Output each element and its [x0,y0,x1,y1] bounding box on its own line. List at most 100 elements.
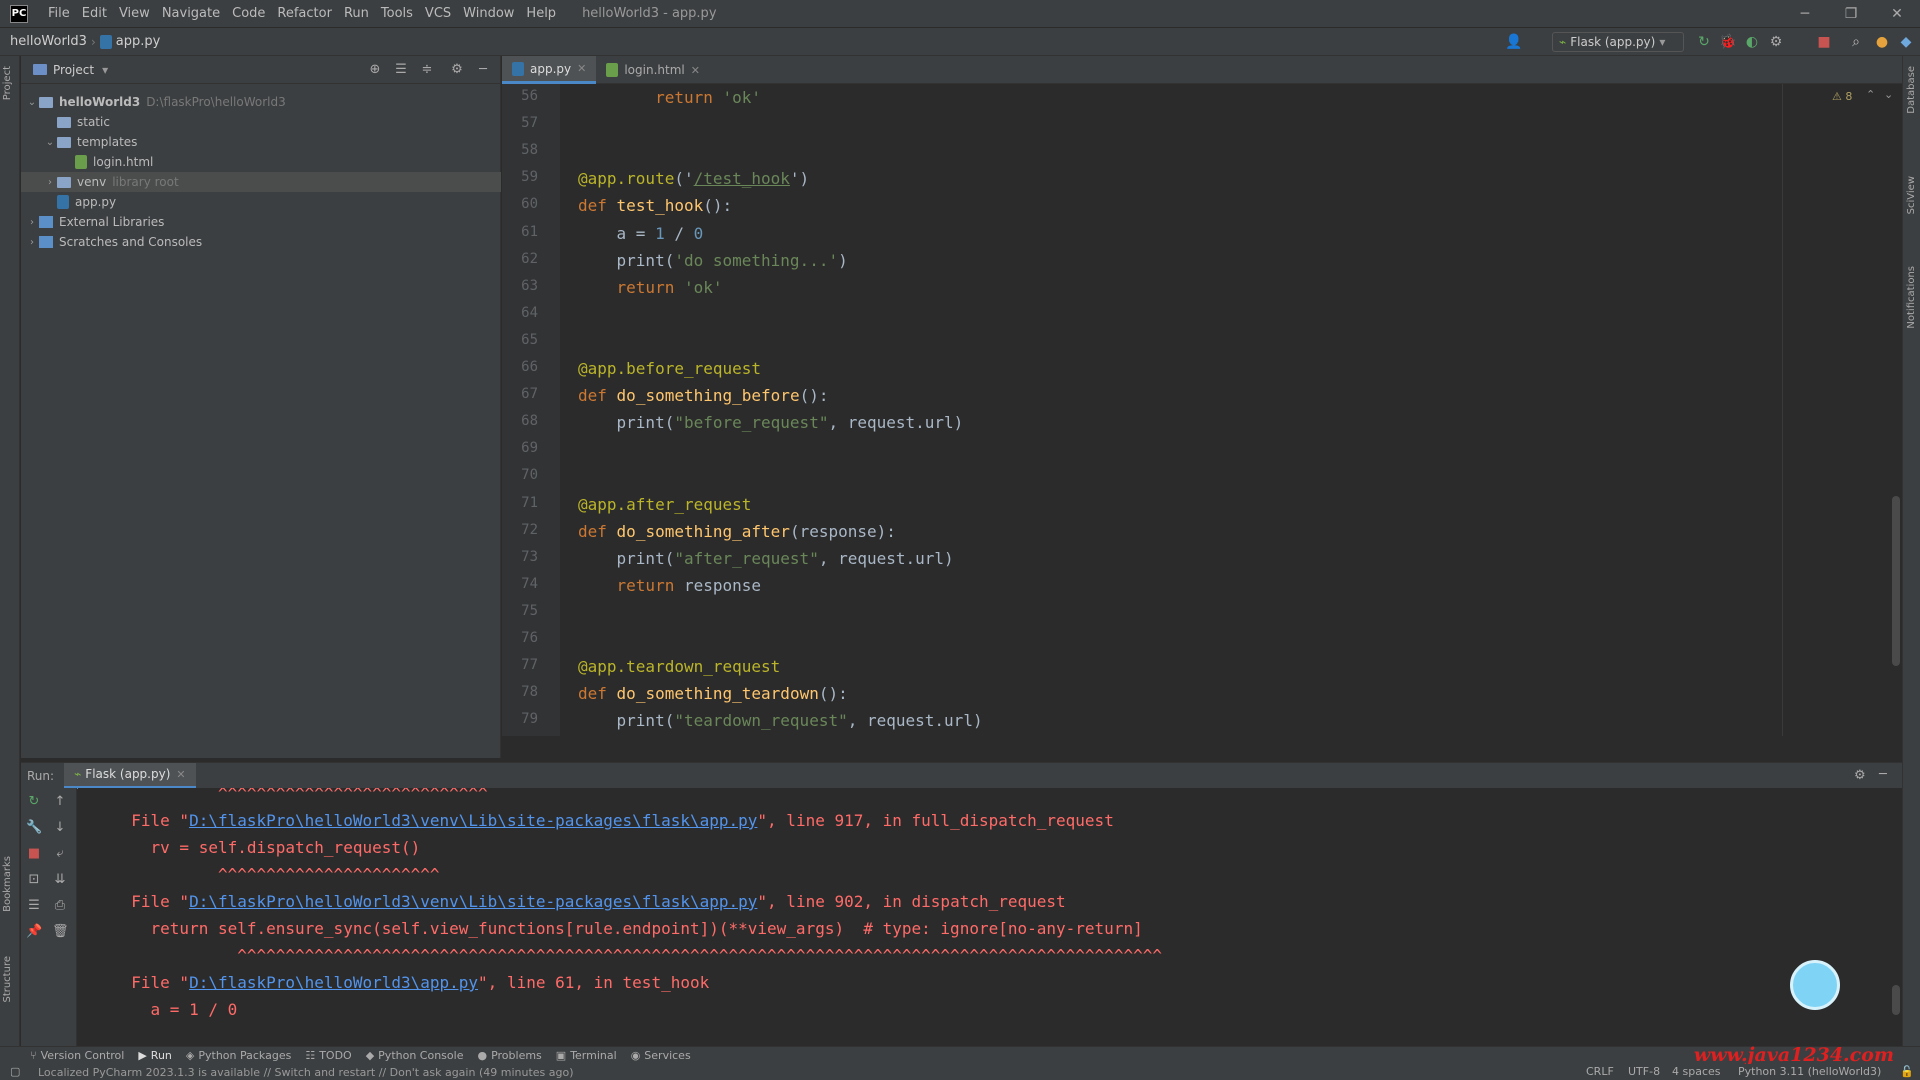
menu-tools[interactable]: Tools [375,0,419,28]
console-file-link[interactable]: D:\flaskPro\helloWorld3\venv\Lib\site-pa… [189,892,757,911]
print-icon[interactable]: ⎙ [52,898,68,914]
code-line[interactable]: return 'ok' [578,278,723,297]
tree-item[interactable]: ⌄ templates [21,132,501,152]
console-scrollbar[interactable] [1892,985,1900,1015]
soft-wrap-icon[interactable]: ⤶ [52,846,68,862]
chevron-right-icon[interactable]: › [25,217,39,228]
toolwin-problems[interactable]: ● Problems [477,1049,555,1062]
tree-item[interactable]: › venv library root [21,172,501,192]
close-window-icon[interactable]: ✕ [1874,0,1920,28]
code-line[interactable]: @app.teardown_request [578,657,780,676]
code-line[interactable]: def do_something_teardown(): [578,684,848,703]
toolwin-version-control[interactable]: ⑂ Version Control [30,1049,138,1062]
stop-icon[interactable]: ■ [1814,32,1834,52]
indent-setting[interactable]: 4 spaces [1672,1065,1721,1078]
rerun-icon[interactable]: ↻ [26,794,42,810]
lock-icon[interactable]: 🔓 [1900,1065,1914,1078]
tree-item[interactable]: › External Libraries [21,212,501,232]
debug-icon[interactable]: 🐞 [1718,32,1738,52]
project-panel-title[interactable]: Project [53,63,94,77]
code-line[interactable]: @app.before_request [578,359,761,378]
chevron-down-icon[interactable]: ⌄ [43,137,57,148]
hide-icon[interactable]: ─ [475,62,491,78]
restore-layout-icon[interactable]: ⊡ [26,872,42,888]
code-line[interactable]: @app.after_request [578,495,751,514]
bookmarks-tool-tab[interactable]: Bookmarks [2,856,13,912]
code-line[interactable]: def do_something_before(): [578,386,828,405]
menu-vcs[interactable]: VCS [419,0,457,28]
layout-icon[interactable]: ☰ [26,898,42,914]
code-line[interactable]: def test_hook(): [578,196,732,215]
tab-login-html[interactable]: login.html ✕ [596,56,710,84]
editor-scrollbar[interactable] [1892,496,1900,666]
tab-app-py[interactable]: app.py ✕ [502,56,597,84]
close-tab-icon[interactable]: ✕ [176,768,185,781]
gear-icon[interactable]: ⚙ [449,62,465,78]
tree-item[interactable]: ⌄ helloWorld3 D:\flaskPro\helloWorld3 [21,92,501,112]
hide-icon[interactable]: ─ [1879,767,1887,782]
floating-avatar-icon[interactable] [1790,960,1840,1010]
run-console[interactable]: ^^^^^^^^^^^^^^^^^^^^^^^^^^^^ File "D:\fl… [78,788,1902,1046]
chevron-down-icon[interactable]: ⌄ [25,97,39,108]
chevron-down-icon[interactable]: ▾ [102,63,108,77]
menu-code[interactable]: Code [226,0,271,28]
code-editor[interactable]: ⚠ 8 ⌃ ⌄ return 'ok' @app.route('/test_hoo… [560,84,1900,736]
python-interpreter[interactable]: Python 3.11 (helloWorld3) [1738,1065,1881,1078]
run-tab-flask[interactable]: ⌁ Flask (app.py) ✕ [64,762,196,789]
profile-icon[interactable]: ⚙ [1766,32,1786,52]
stop-icon[interactable]: ■ [26,846,42,862]
sciview-tool-tab[interactable]: SciView [1906,176,1917,214]
wrench-icon[interactable]: 🔧 [26,820,42,836]
chevron-right-icon[interactable]: › [25,237,39,248]
toolwin-services[interactable]: ◉ Services [631,1049,705,1062]
project-tool-tab[interactable]: Project [2,66,13,100]
rerun-icon[interactable]: ↻ [1694,32,1714,52]
menu-view[interactable]: View [113,0,156,28]
minimize-icon[interactable]: ─ [1782,0,1828,28]
menu-refactor[interactable]: Refactor [271,0,338,28]
code-line[interactable]: return 'ok' [578,88,761,107]
locate-icon[interactable]: ⊕ [367,62,383,78]
code-line[interactable]: print("after_request", request.url) [578,549,954,568]
breadcrumb-file[interactable]: app.py [116,34,161,49]
tree-item[interactable]: login.html [21,152,501,172]
code-line[interactable]: return response [578,576,762,595]
arrow-up-icon[interactable]: ↑ [52,794,68,810]
toolwin-todo[interactable]: ☷ TODO [305,1049,365,1062]
code-line[interactable]: print("before_request", request.url) [578,413,964,432]
chevron-down-icon[interactable]: ⌄ [1884,88,1893,101]
code-line[interactable]: def do_something_after(response): [578,522,896,541]
coverage-icon[interactable]: ◐ [1742,32,1762,52]
run-config-selector[interactable]: ⌁ Flask (app.py) ▾ [1552,32,1684,52]
code-line[interactable]: print('do something...') [578,251,848,270]
close-tab-icon[interactable]: ✕ [691,64,700,77]
toolwin-python-packages[interactable]: ◈ Python Packages [186,1049,305,1062]
trash-icon[interactable]: 🗑 [52,924,69,940]
breadcrumb-project[interactable]: helloWorld3 [0,34,87,49]
arrow-down-icon[interactable]: ↓ [52,820,68,836]
scroll-to-end-icon[interactable]: ⇊ [52,872,68,888]
chevron-up-icon[interactable]: ⌃ [1866,88,1875,101]
toolwin-python-console[interactable]: ◆ Python Console [366,1049,478,1062]
code-line[interactable]: a = 1 / 0 [578,224,704,243]
warnings-counter[interactable]: ⚠ 8 [1832,90,1852,103]
notifications-tab[interactable]: Notifications [1906,266,1917,329]
line-separator[interactable]: CRLF [1586,1065,1614,1078]
structure-tool-tab[interactable]: Structure [2,956,13,1003]
tree-item[interactable]: static [21,112,501,132]
console-file-link[interactable]: D:\flaskPro\helloWorld3\venv\Lib\site-pa… [189,811,757,830]
menu-file[interactable]: File [42,0,76,28]
close-tab-icon[interactable]: ✕ [577,62,586,75]
jetbrains-icon[interactable]: ◆ [1896,32,1916,52]
toolwin-terminal[interactable]: ▣ Terminal [556,1049,631,1062]
status-message[interactable]: Localized PyCharm 2023.1.3 is available … [0,1066,574,1079]
console-file-link[interactable]: D:\flaskPro\helloWorld3\app.py [189,973,478,992]
menu-navigate[interactable]: Navigate [156,0,226,28]
menu-window[interactable]: Window [457,0,520,28]
code-line[interactable]: print("teardown_request", request.url) [578,711,983,730]
notifications-tool-tab[interactable]: Database [1906,66,1917,114]
tree-item[interactable]: app.py [21,192,501,212]
user-icon[interactable]: 👤 [1504,32,1524,52]
tree-item[interactable]: › Scratches and Consoles [21,232,501,252]
menu-edit[interactable]: Edit [76,0,113,28]
